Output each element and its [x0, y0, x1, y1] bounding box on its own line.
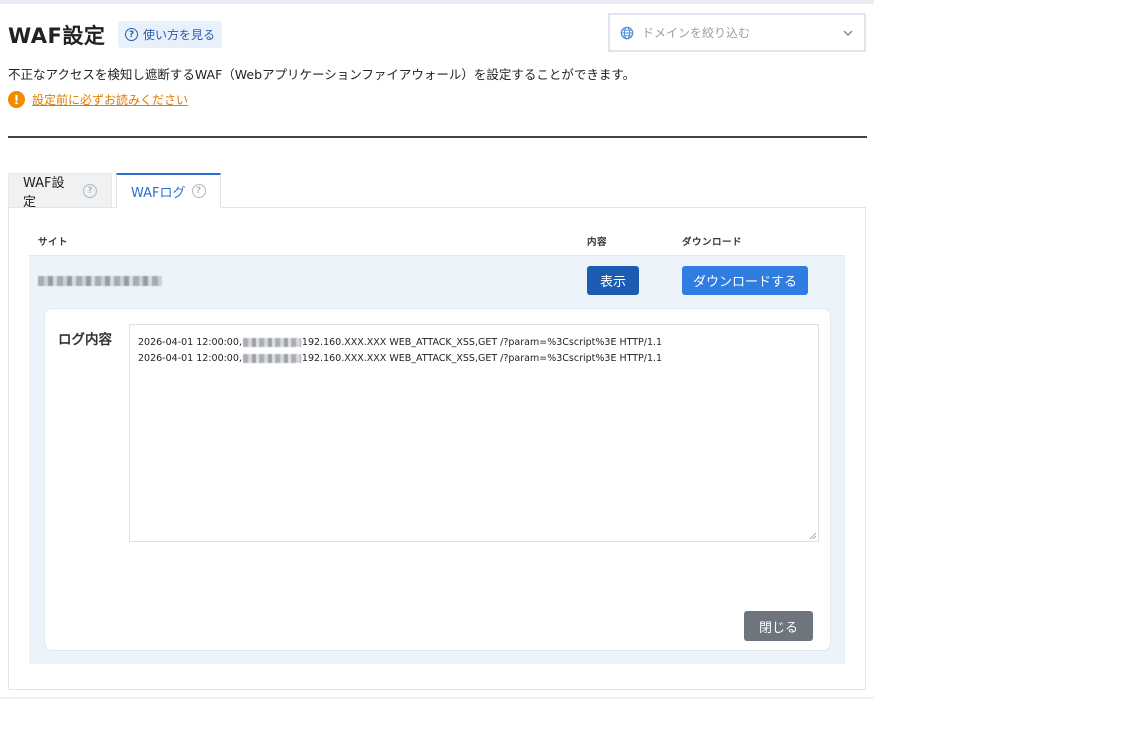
show-button[interactable]: 表示 — [587, 266, 639, 295]
chevron-down-icon — [843, 29, 853, 36]
domain-filter-placeholder: ドメインを絞り込む — [642, 26, 751, 40]
log-content-label: ログ内容 — [58, 332, 112, 348]
help-circle-icon[interactable]: ? — [191, 184, 206, 198]
globe-icon — [620, 26, 634, 39]
warning-icon: ! — [8, 91, 25, 108]
notice: ! 設定前に必ずお読みください — [8, 91, 188, 108]
column-header-download: ダウンロード — [682, 237, 743, 248]
close-button[interactable]: 閉じる — [744, 611, 813, 641]
resize-handle-icon[interactable] — [809, 532, 816, 539]
tab-waf-log[interactable]: WAFログ ? — [116, 173, 221, 208]
top-border — [0, 0, 874, 4]
download-button[interactable]: ダウンロードする — [682, 266, 808, 295]
log-content-textarea[interactable]: 2026-04-01 12:00:00, 192.160.XXX.XXX WEB_… — [129, 324, 819, 542]
column-header-site: サイト — [38, 237, 69, 248]
domain-filter-select[interactable]: ドメインを絞り込む — [608, 13, 866, 52]
read-before-setting-link[interactable]: 設定前に必ずお読みください — [32, 91, 188, 108]
help-button-label: 使い方を見る — [142, 28, 215, 42]
help-circle-icon[interactable]: ? — [83, 184, 97, 198]
tab-waf-log-label: WAFログ — [131, 185, 186, 201]
page-description: 不正なアクセスを検知し遮断するWAF（Webアプリケーションファイアウォール）を… — [8, 67, 636, 82]
site-name-redacted — [38, 276, 162, 286]
section-divider — [8, 136, 867, 138]
column-header-content: 内容 — [587, 237, 608, 248]
bottom-border — [0, 697, 874, 699]
help-button[interactable]: ? 使い方を見る — [118, 21, 222, 48]
log-line: 2026-04-01 12:00:00, 192.160.XXX.XXX WEB_… — [138, 337, 663, 348]
question-circle-icon: ? — [124, 28, 138, 41]
log-line: 2026-04-01 12:00:00, 192.160.XXX.XXX WEB_… — [138, 353, 663, 364]
tab-waf-settings[interactable]: WAF設定 ? — [8, 173, 112, 210]
redacted-host — [242, 354, 301, 363]
tab-waf-settings-label: WAF設定 — [23, 176, 65, 210]
page-title: WAF設定 — [8, 24, 106, 48]
redacted-host — [242, 338, 301, 347]
